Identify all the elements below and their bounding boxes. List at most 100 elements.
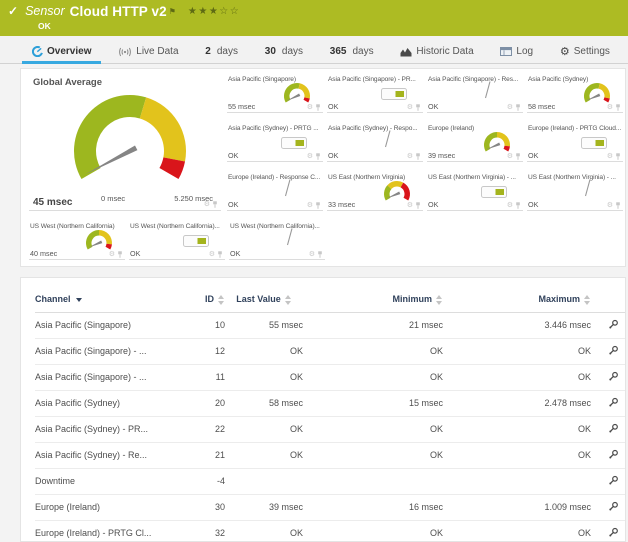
- col-header-id[interactable]: ID: [181, 290, 225, 312]
- cell-channel: Asia Pacific (Sydney): [35, 390, 181, 416]
- tab-365-days-label: days: [352, 46, 373, 57]
- channel-settings-icon[interactable]: [608, 397, 619, 410]
- pin-icon[interactable]: [415, 104, 421, 111]
- pin-icon[interactable]: [515, 153, 521, 160]
- cell-last-value: [225, 468, 303, 494]
- cell-maximum: OK: [443, 416, 591, 442]
- pin-icon[interactable]: [615, 104, 621, 111]
- channel-panel[interactable]: Asia Pacific (Singapore) - PR... OK ⚙: [327, 75, 423, 113]
- pin-icon[interactable]: [415, 202, 421, 209]
- pin-icon[interactable]: [217, 251, 223, 258]
- pin-icon[interactable]: [615, 202, 621, 209]
- channel-panel[interactable]: Asia Pacific (Sydney) - Respo... OK ⚙: [327, 124, 423, 162]
- channel-panel[interactable]: Europe (Ireland) - PRTG Cloud... OK ⚙: [527, 124, 623, 162]
- channel-panel[interactable]: Asia Pacific (Singapore) 55 msec ⚙: [227, 75, 323, 113]
- pin-icon[interactable]: [117, 251, 123, 258]
- pin-icon[interactable]: [315, 153, 321, 160]
- gear-icon[interactable]: ⚙: [507, 153, 513, 160]
- gear-icon[interactable]: ⚙: [607, 104, 613, 111]
- gear-icon[interactable]: ⚙: [407, 153, 413, 160]
- object-kind-label: Sensor: [25, 4, 65, 19]
- cell-last-value: OK: [225, 364, 303, 390]
- channel-panel[interactable]: US East (Northern Virginia) 33 msec ⚙: [327, 173, 423, 211]
- cell-last-value: OK: [225, 416, 303, 442]
- pin-icon[interactable]: [515, 104, 521, 111]
- channel-panel[interactable]: Asia Pacific (Sydney) 58 msec ⚙: [527, 75, 623, 113]
- channel-panel[interactable]: US West (Northern California) 40 msec ⚙: [29, 222, 125, 260]
- panel-value: OK: [328, 102, 338, 111]
- channel-settings-icon[interactable]: [608, 475, 619, 488]
- sort-icon: [584, 295, 591, 305]
- panel-value: OK: [130, 249, 140, 258]
- gauges-card: Global Average 0 msec 5.250 msec 45 msec…: [20, 68, 626, 267]
- pin-icon[interactable]: [212, 201, 218, 208]
- priority-stars[interactable]: ★★★☆☆: [188, 4, 240, 19]
- col-header-last-value[interactable]: Last Value: [225, 290, 303, 312]
- cell-last-value: OK: [225, 338, 303, 364]
- page-content: Global Average 0 msec 5.250 msec 45 msec…: [0, 64, 628, 542]
- channel-panel[interactable]: US East (Northern Virginia) - ... OK ⚙: [527, 173, 623, 211]
- gear-icon[interactable]: ⚙: [307, 202, 313, 209]
- channel-panel[interactable]: US West (Northern California)... OK ⚙: [129, 222, 225, 260]
- pin-icon[interactable]: [315, 104, 321, 111]
- tab-settings[interactable]: ⚙ Settings: [556, 40, 614, 63]
- channel-panel[interactable]: Europe (Ireland) - Response C... OK ⚙: [227, 173, 323, 211]
- gear-icon[interactable]: ⚙: [507, 104, 513, 111]
- col-header-maximum[interactable]: Maximum: [443, 290, 591, 312]
- channel-settings-icon[interactable]: [608, 371, 619, 384]
- gear-icon[interactable]: ⚙: [407, 202, 413, 209]
- channel-panel[interactable]: Asia Pacific (Singapore) - Res... OK ⚙: [427, 75, 523, 113]
- gear-icon[interactable]: ⚙: [607, 153, 613, 160]
- channel-settings-icon[interactable]: [608, 423, 619, 436]
- channel-panel[interactable]: US East (Northern Virginia) - ... OK ⚙: [427, 173, 523, 211]
- tab-2-days[interactable]: 2 days: [201, 40, 242, 63]
- pin-icon[interactable]: [615, 153, 621, 160]
- tab-historic-data[interactable]: Historic Data: [396, 40, 477, 63]
- panel-value: 55 msec: [228, 102, 255, 111]
- channel-settings-icon[interactable]: [608, 449, 619, 462]
- gear-icon[interactable]: ⚙: [309, 251, 315, 258]
- channel-settings-icon[interactable]: [608, 501, 619, 514]
- gear-icon[interactable]: ⚙: [307, 104, 313, 111]
- tab-30-days[interactable]: 30 days: [261, 40, 307, 63]
- gear-icon[interactable]: ⚙: [307, 153, 313, 160]
- flag-icon[interactable]: ⚑: [169, 4, 176, 19]
- cell-channel: Asia Pacific (Singapore) - ...: [35, 364, 181, 390]
- tab-live-data[interactable]: Live Data: [114, 40, 182, 63]
- channel-panel[interactable]: US West (Northern California)... OK ⚙: [229, 222, 325, 260]
- cell-id: 21: [181, 442, 225, 468]
- col-header-minimum[interactable]: Minimum: [303, 290, 443, 312]
- sensor-header: ✓ Sensor Cloud HTTP v2 ⚑ ★★★☆☆ OK: [0, 0, 628, 36]
- cell-maximum: OK: [443, 442, 591, 468]
- gear-icon[interactable]: ⚙: [109, 251, 115, 258]
- col-header-channel[interactable]: Channel: [35, 290, 181, 312]
- panel-value: OK: [528, 151, 538, 160]
- cell-id: 22: [181, 416, 225, 442]
- pin-icon[interactable]: [317, 251, 323, 258]
- settings-gear-icon: ⚙: [560, 47, 570, 57]
- cell-channel: Europe (Ireland) - PRTG Cl...: [35, 520, 181, 542]
- gear-icon[interactable]: ⚙: [209, 251, 215, 258]
- panel-value: 33 msec: [328, 200, 355, 209]
- panel-value: 58 msec: [528, 102, 555, 111]
- channel-settings-icon[interactable]: [608, 319, 619, 332]
- channel-settings-icon[interactable]: [608, 527, 619, 540]
- tab-overview[interactable]: Overview: [28, 40, 95, 63]
- sort-desc-icon: [76, 298, 82, 302]
- gear-icon[interactable]: ⚙: [507, 202, 513, 209]
- panel-title: US West (Northern California)...: [129, 222, 225, 230]
- pin-icon[interactable]: [315, 202, 321, 209]
- tab-365-days[interactable]: 365 days: [326, 40, 378, 63]
- channel-settings-icon[interactable]: [608, 345, 619, 358]
- panel-value: OK: [428, 102, 438, 111]
- cell-last-value: 39 msec: [225, 494, 303, 520]
- gear-icon[interactable]: ⚙: [204, 201, 210, 208]
- channel-panel[interactable]: Europe (Ireland) 39 msec ⚙: [427, 124, 523, 162]
- pin-icon[interactable]: [515, 202, 521, 209]
- pin-icon[interactable]: [415, 153, 421, 160]
- gear-icon[interactable]: ⚙: [607, 202, 613, 209]
- channel-panel[interactable]: Asia Pacific (Sydney) - PRTG ... OK ⚙: [227, 124, 323, 162]
- global-average-panel[interactable]: Global Average 0 msec 5.250 msec 45 msec…: [29, 75, 221, 211]
- gear-icon[interactable]: ⚙: [407, 104, 413, 111]
- tab-log[interactable]: Log: [496, 40, 537, 63]
